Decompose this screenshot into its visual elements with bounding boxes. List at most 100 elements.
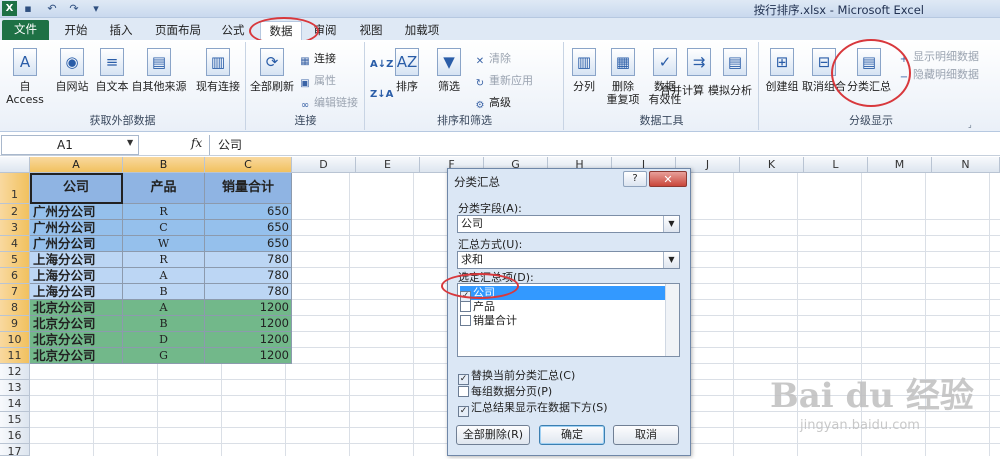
redo-icon[interactable]: ↷ <box>66 1 82 16</box>
select-all-corner[interactable] <box>0 157 30 173</box>
row-header[interactable]: 12 <box>0 364 30 380</box>
row-header[interactable]: 8 <box>0 300 30 316</box>
column-header[interactable]: B <box>123 157 205 173</box>
advanced-filter-button[interactable]: ⚙ 高级 <box>474 96 511 112</box>
what-if-analysis-button[interactable]: ▤ <box>713 48 757 80</box>
product-cell[interactable]: R <box>123 204 205 220</box>
remove-all-button[interactable]: 全部删除(R) <box>456 425 530 445</box>
group-by-select[interactable]: 公司 ▼ <box>457 215 680 233</box>
company-cell[interactable]: 广州分公司 <box>30 204 123 220</box>
ungroup-button[interactable]: ⊟ 取消组合 <box>802 48 846 93</box>
option-summary-below[interactable]: ✓ 汇总结果显示在数据下方(S) <box>458 401 608 417</box>
subtotal-button[interactable]: ▤ 分类汇总 <box>846 48 892 93</box>
column-header[interactable]: N <box>932 157 1000 173</box>
sales-cell[interactable]: 1200 <box>205 316 292 332</box>
refresh-all-button[interactable]: ⟳ 全部刷新 <box>249 48 295 93</box>
remove-duplicates-button[interactable]: ▦ 删除 重复项 <box>603 48 643 106</box>
row-header[interactable]: 7 <box>0 284 30 300</box>
row-header[interactable]: 16 <box>0 428 30 444</box>
header-cell[interactable]: 公司 <box>30 173 123 204</box>
tab-data[interactable]: 数据 <box>260 21 302 40</box>
dialog-launcher-icon[interactable]: ⌟ <box>968 118 972 132</box>
column-header[interactable]: A <box>30 157 123 173</box>
company-cell[interactable]: 广州分公司 <box>30 236 123 252</box>
company-cell[interactable]: 北京分公司 <box>30 300 123 316</box>
reapply-filter-button[interactable]: ↻ 重新应用 <box>474 74 533 90</box>
edit-links-button[interactable]: ∞ 编辑链接 <box>299 96 358 112</box>
add-subtotal-to-list[interactable]: ✓ 公司 产品 销量合计 <box>457 283 680 357</box>
properties-button[interactable]: ▣ 属性 <box>299 74 336 90</box>
company-cell[interactable]: 北京分公司 <box>30 332 123 348</box>
sales-cell[interactable]: 1200 <box>205 348 292 364</box>
checkbox[interactable] <box>460 315 471 326</box>
tab-page-layout[interactable]: 页面布局 <box>151 21 205 40</box>
sales-cell[interactable]: 650 <box>205 236 292 252</box>
product-cell[interactable]: W <box>123 236 205 252</box>
checkbox[interactable] <box>458 386 469 397</box>
group-button[interactable]: ⊞ 创建组 <box>762 48 802 93</box>
row-header[interactable]: 14 <box>0 396 30 412</box>
from-text-button[interactable]: ≡ 自文本 <box>93 48 131 93</box>
checkbox-checked[interactable]: ✓ <box>458 406 469 417</box>
help-icon[interactable]: ? <box>623 171 647 187</box>
list-item[interactable]: 产品 <box>460 300 665 314</box>
sort-ascending-icon[interactable]: A↓Z <box>370 58 393 72</box>
close-icon[interactable]: ✕ <box>649 171 687 187</box>
column-header[interactable]: C <box>205 157 292 173</box>
sales-cell[interactable]: 780 <box>205 284 292 300</box>
sales-cell[interactable]: 650 <box>205 220 292 236</box>
tab-home[interactable]: 开始 <box>58 21 94 40</box>
sort-button[interactable]: AZ 排序 <box>392 48 422 93</box>
column-header[interactable]: K <box>740 157 804 173</box>
product-cell[interactable]: B <box>123 284 205 300</box>
name-box[interactable]: A1 <box>1 135 139 155</box>
undo-icon[interactable]: ↶ <box>44 1 60 16</box>
header-cell[interactable]: 产品 <box>123 173 205 204</box>
row-header[interactable]: 2 <box>0 204 30 220</box>
chevron-down-icon[interactable]: ▼ <box>127 138 133 147</box>
product-cell[interactable]: A <box>123 300 205 316</box>
product-cell[interactable]: D <box>123 332 205 348</box>
option-page-break[interactable]: 每组数据分页(P) <box>458 385 552 399</box>
from-access-button[interactable]: A自 Access <box>2 48 48 106</box>
row-header[interactable]: 13 <box>0 380 30 396</box>
product-cell[interactable]: B <box>123 316 205 332</box>
company-cell[interactable]: 北京分公司 <box>30 348 123 364</box>
column-header[interactable]: M <box>868 157 932 173</box>
checkbox-checked[interactable]: ✓ <box>458 374 469 385</box>
row-header[interactable]: 17 <box>0 444 30 458</box>
product-cell[interactable]: A <box>123 268 205 284</box>
tab-file[interactable]: 文件 <box>2 20 49 40</box>
cancel-button[interactable]: 取消 <box>613 425 679 445</box>
row-header[interactable]: 4 <box>0 236 30 252</box>
ok-button[interactable]: 确定 <box>539 425 605 445</box>
function-select[interactable]: 求和 ▼ <box>457 251 680 269</box>
formula-input[interactable]: 公司 <box>209 135 1000 155</box>
company-cell[interactable]: 上海分公司 <box>30 252 123 268</box>
from-web-button[interactable]: ◉ 自网站 <box>52 48 92 93</box>
company-cell[interactable]: 上海分公司 <box>30 284 123 300</box>
list-item[interactable]: ✓ 公司 <box>460 286 665 302</box>
sort-descending-icon[interactable]: Z↓A <box>370 88 393 102</box>
option-replace-current[interactable]: ✓ 替换当前分类汇总(C) <box>458 369 575 385</box>
row-header[interactable]: 15 <box>0 412 30 428</box>
checkbox[interactable] <box>460 301 471 312</box>
column-header[interactable]: E <box>356 157 420 173</box>
tab-view[interactable]: 视图 <box>353 21 389 40</box>
row-header[interactable]: 6 <box>0 268 30 284</box>
list-scrollbar[interactable] <box>665 284 679 356</box>
row-header[interactable]: 5 <box>0 252 30 268</box>
list-item[interactable]: 销量合计 <box>460 314 665 328</box>
existing-connections-button[interactable]: ▥ 现有连接 <box>193 48 243 93</box>
tab-addins[interactable]: 加载项 <box>400 21 444 40</box>
insert-function-icon[interactable]: fx <box>191 136 202 150</box>
show-detail-button[interactable]: + 显示明细数据 <box>898 50 979 66</box>
hide-detail-button[interactable]: − 隐藏明细数据 <box>898 68 979 84</box>
chevron-down-icon[interactable]: ▼ <box>663 252 679 268</box>
from-other-sources-button[interactable]: ▤ 自其他来源 <box>131 48 187 93</box>
row-header[interactable]: 11 <box>0 348 30 364</box>
column-header[interactable]: D <box>292 157 356 173</box>
consolidate-button[interactable]: ⇉ <box>686 48 712 80</box>
filter-button[interactable]: ▼ 筛选 <box>432 48 466 93</box>
column-header[interactable]: L <box>804 157 868 173</box>
